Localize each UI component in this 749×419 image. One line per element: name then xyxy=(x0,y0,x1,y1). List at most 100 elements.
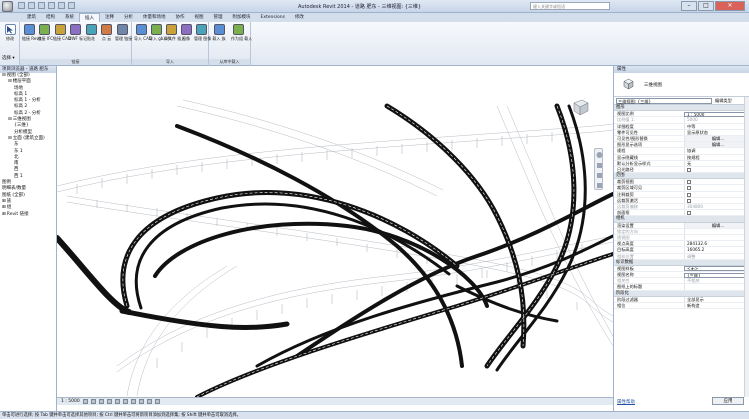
expand-icon[interactable]: ⊞ xyxy=(2,199,6,204)
load-from-library-group: 从库中载入 载入 族作为组 载入 xyxy=(209,22,252,66)
property-value[interactable]: 284132.6 xyxy=(684,241,749,247)
render-icon[interactable] xyxy=(114,399,120,404)
ribbon-button[interactable]: 管理 图像 xyxy=(194,24,211,41)
lock-view-icon[interactable] xyxy=(138,399,144,404)
property-value[interactable]: 新构造 xyxy=(684,303,749,309)
property-checkbox[interactable] xyxy=(684,197,749,203)
ribbon-button[interactable]: 从文件 插入 xyxy=(164,24,185,41)
property-edit-button[interactable]: 编辑... xyxy=(684,222,749,228)
temp-hide-icon[interactable] xyxy=(146,399,152,404)
checkbox[interactable] xyxy=(687,167,691,172)
measure-icon[interactable] xyxy=(68,2,75,9)
ribbon-tab[interactable]: 体量和场地 xyxy=(138,13,171,22)
tree-item[interactable]: ⊞Revit 链接 xyxy=(0,212,56,218)
property-checkbox[interactable] xyxy=(684,179,749,185)
drawing-canvas[interactable] xyxy=(57,66,613,397)
checkbox[interactable] xyxy=(687,180,691,185)
crop-view-icon[interactable] xyxy=(122,399,128,404)
expand-icon[interactable]: ⊞ xyxy=(2,205,6,210)
property-edit-button[interactable]: 编辑... xyxy=(684,135,749,142)
ribbon-tab[interactable]: 分析 xyxy=(119,13,138,22)
ribbon-tab[interactable]: 协作 xyxy=(171,13,190,22)
minimize-button[interactable]: – xyxy=(681,1,697,11)
print-icon[interactable] xyxy=(58,2,65,9)
ribbon-tab[interactable]: 结构 xyxy=(41,13,60,22)
navigation-bar[interactable] xyxy=(594,148,603,190)
checkbox[interactable] xyxy=(687,186,691,191)
ribbon-tab[interactable]: 视图 xyxy=(190,13,209,22)
property-value[interactable]: 中等 xyxy=(684,123,749,129)
ribbon-button-icon xyxy=(180,24,192,35)
open-icon[interactable] xyxy=(18,2,25,9)
ribbon-button[interactable]: 导入 gbXML xyxy=(149,24,172,41)
collapse-icon[interactable]: ⊟ xyxy=(8,136,12,141)
properties-help-link[interactable]: 属性帮助 xyxy=(617,399,635,405)
apply-button[interactable]: 应用 xyxy=(712,397,744,405)
ribbon-tab[interactable]: 修改 xyxy=(290,13,309,22)
collapse-icon[interactable]: ⊟ xyxy=(8,79,12,84)
ribbon-button[interactable]: 贴花 xyxy=(84,24,98,41)
undo-icon[interactable] xyxy=(38,2,45,9)
property-checkbox[interactable] xyxy=(684,185,749,191)
ribbon-button[interactable]: 管理 链接 xyxy=(115,24,132,41)
ribbon-tab[interactable]: Extensions xyxy=(256,13,290,22)
link-group-label: 链接 xyxy=(20,59,131,65)
ribbon-button[interactable]: 图像 xyxy=(179,24,193,41)
view-scale[interactable]: 1 : 5000 xyxy=(61,399,80,404)
ribbon-button[interactable]: DWF 标记 xyxy=(69,24,87,41)
property-edit-button[interactable]: 编辑... xyxy=(684,142,749,148)
property-value[interactable]: {三维} xyxy=(684,272,749,278)
close-button[interactable]: ✕ xyxy=(715,1,745,11)
modify-button[interactable]: 修改 xyxy=(3,24,17,41)
instance-selector-dropdown[interactable]: 三维视图: {三维} xyxy=(616,97,712,104)
property-value[interactable] xyxy=(684,284,749,290)
ribbon-button[interactable]: 作为组 载入 xyxy=(231,24,252,41)
ribbon-button[interactable]: 链接 IFC xyxy=(37,24,54,41)
application-menu-button[interactable] xyxy=(2,1,13,12)
checkbox[interactable] xyxy=(687,211,691,216)
ribbon-tab[interactable]: 管理 xyxy=(209,13,228,22)
ribbon-tab[interactable]: 系统 xyxy=(60,13,79,22)
ribbon-tab[interactable]: 插入 xyxy=(79,13,100,22)
property-value[interactable]: <无> xyxy=(684,266,749,272)
checkbox[interactable] xyxy=(687,198,691,203)
ribbon-tab[interactable]: 注释 xyxy=(100,13,119,22)
sun-path-icon[interactable] xyxy=(98,399,104,404)
type-selector[interactable]: 三维视图 xyxy=(614,73,749,97)
edit-type-button[interactable]: 编辑类型 xyxy=(715,98,732,104)
collapse-icon[interactable]: ⊟ xyxy=(2,73,6,78)
property-checkbox[interactable] xyxy=(684,210,749,216)
ribbon-button-label: 链接 IFC xyxy=(37,36,54,41)
collapse-icon[interactable]: ⊟ xyxy=(8,117,12,122)
property-value[interactable]: 16065.2 xyxy=(684,247,749,253)
save-icon[interactable] xyxy=(28,2,35,9)
properties-scrollbar[interactable] xyxy=(744,97,749,397)
ribbon-button[interactable]: 点 云 xyxy=(100,24,114,41)
ribbon-button[interactable]: 导入 CAD xyxy=(134,24,152,41)
property-value[interactable]: 協调 xyxy=(684,148,749,154)
visual-style-icon[interactable] xyxy=(90,399,96,404)
detail-level-icon[interactable] xyxy=(82,399,88,404)
checkbox[interactable] xyxy=(687,192,691,197)
property-value[interactable]: 无 xyxy=(684,160,749,166)
property-checkbox[interactable] xyxy=(684,166,749,173)
reveal-hidden-icon[interactable] xyxy=(154,399,160,404)
property-value[interactable]: 1 : 5000 xyxy=(684,111,749,117)
property-value[interactable]: 按规程 xyxy=(684,154,749,160)
ribbon-button[interactable]: 链接 CAD xyxy=(53,24,71,41)
ribbon-tab[interactable]: 建筑 xyxy=(22,13,41,22)
ribbon-button[interactable]: 载入 族 xyxy=(212,24,226,41)
select-dropdown[interactable]: 选择 ▾ xyxy=(2,55,15,61)
property-checkbox[interactable] xyxy=(684,191,749,197)
ribbon-button[interactable]: 链接 Revit xyxy=(22,24,41,41)
viewcube-icon[interactable] xyxy=(570,98,590,116)
maximize-button[interactable]: □ xyxy=(698,1,714,11)
ribbon-tab[interactable]: 附加模块 xyxy=(228,13,256,22)
property-value[interactable]: 全部显示 xyxy=(684,296,749,302)
property-value[interactable]: 显示原状态 xyxy=(684,129,749,135)
search-input[interactable]: 键入关键字或短语 xyxy=(530,2,610,10)
shadows-icon[interactable] xyxy=(106,399,112,404)
redo-icon[interactable] xyxy=(48,2,55,9)
crop-region-icon[interactable] xyxy=(130,399,136,404)
expand-icon[interactable]: ⊞ xyxy=(2,212,6,217)
